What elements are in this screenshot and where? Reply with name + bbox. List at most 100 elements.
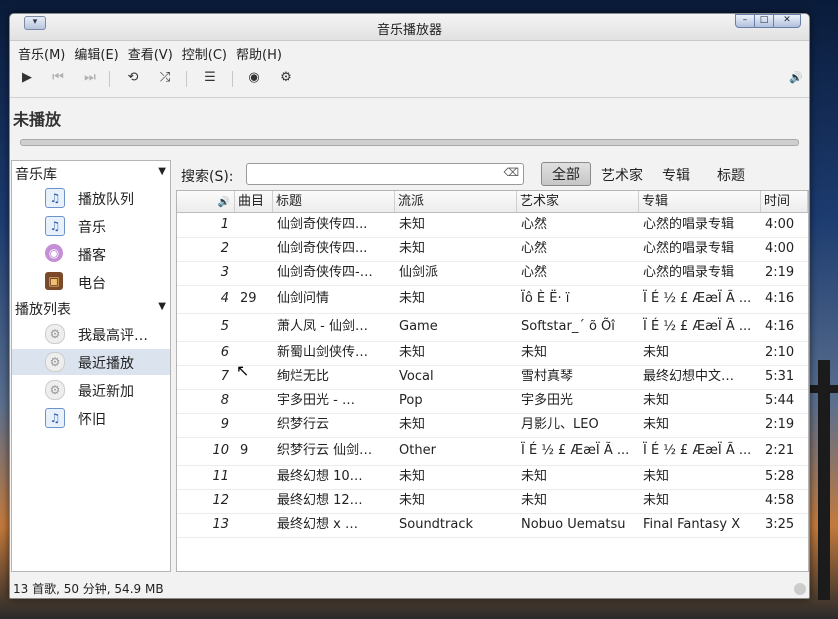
minimize-button[interactable]: – [735, 14, 755, 28]
menu-control[interactable]: 控制(C) [181, 41, 235, 63]
sidebar-item-recently-played[interactable]: ⚙ 最近播放 [12, 349, 170, 375]
filter-title-button[interactable]: 标题 [717, 165, 745, 185]
sidebar-item-label: 电台 [78, 276, 106, 292]
now-playing-area: 未播放 [10, 97, 809, 150]
next-icon[interactable]: ⏭ [80, 68, 100, 88]
filter-album-button[interactable]: 专辑 [662, 165, 690, 185]
close-button[interactable]: ✕ [773, 14, 801, 28]
chevron-down-icon[interactable]: ▼ [158, 301, 166, 312]
table-row[interactable]: 13 最终幻想 x … Soundtrack Nobuo Uematsu Final F… [177, 513, 808, 538]
sidebar-item-label: 音乐 [78, 220, 106, 236]
table-row[interactable]: 9 织梦行云 未知 月影儿、LEO 未知 2:19 [177, 413, 808, 438]
table-row[interactable]: 1 仙剑奇侠传四... 未知 心然 心然的唱录专辑 4:00 [177, 213, 808, 238]
sidebar-item-recently-added[interactable]: ⚙ 最近新加 [12, 377, 170, 403]
cell-duration: 4:58 [765, 493, 795, 508]
table-row[interactable]: 7 绚烂无比 Vocal 雪村真琴 最终幻想中文… 5:31 [177, 365, 808, 390]
cell-album: 未知 [643, 417, 670, 432]
chevron-down-icon[interactable]: ▼ [158, 166, 166, 177]
cell-duration: 2:21 [765, 443, 795, 458]
sidebar-item-label: 最近新加 [78, 384, 134, 400]
sidebar-item-queue[interactable]: ♫ 播放队列 [12, 185, 170, 211]
menu-view[interactable]: 查看(V) [127, 41, 181, 63]
mouse-cursor-icon: ↖ [236, 361, 250, 380]
playlist-header[interactable]: 播放列表 [15, 299, 71, 319]
table-row[interactable]: 11 最终幻想 10… 未知 未知 未知 5:28 [177, 465, 808, 490]
shuffle-icon[interactable]: ⤮ [155, 68, 175, 88]
cell-title: 仙剑奇侠传四... [277, 217, 368, 232]
cell-artist: 未知 [521, 345, 548, 360]
table-row[interactable]: 5 萧人凤 - 仙剑… Game Softstar_´ õ Õî Ï É ½ £ ÆæÏ… [177, 315, 808, 342]
sidebar-item-podcasts[interactable]: ◉ 播客 [12, 241, 170, 267]
cell-track-number [235, 261, 273, 285]
toolbar-separator [232, 71, 233, 87]
track-list-header: 🔊 曲目 标题 流派 艺术家 专辑 时间 [177, 191, 808, 213]
cell-genre: Other [399, 443, 436, 458]
filter-all-button[interactable]: 全部 [541, 162, 591, 186]
column-album[interactable]: 专辑 [639, 191, 761, 212]
sidebar-item-label: 播放队列 [78, 192, 134, 208]
column-title[interactable]: 标题 [273, 191, 395, 212]
cell-index: 9 [220, 417, 229, 432]
sidebar-item-top-rated[interactable]: ⚙ 我最高评… [12, 321, 170, 347]
playlist-icon[interactable]: ☰ [200, 68, 220, 88]
cell-title: 织梦行云 仙剑… [277, 443, 373, 458]
gear-icon[interactable]: ⚙ [276, 68, 296, 88]
column-duration[interactable]: 时间 [761, 191, 808, 212]
track-list: 🔊 曲目 标题 流派 艺术家 专辑 时间 1 仙剑奇侠传四... 未知 心然 心然的唱录… [176, 190, 809, 572]
cell-genre: Pop [399, 393, 423, 408]
column-track-number[interactable]: 曲目 [235, 191, 273, 212]
library-header[interactable]: 音乐库 [15, 164, 57, 184]
volume-icon[interactable]: 🔊 [786, 68, 806, 88]
sidebar-item-music[interactable]: ♫ 音乐 [12, 213, 170, 239]
column-genre[interactable]: 流派 [395, 191, 517, 212]
cell-track-number: 29 [240, 291, 257, 306]
resize-grip[interactable] [794, 583, 806, 595]
previous-icon[interactable]: ⏮ [48, 68, 68, 88]
clear-icon[interactable]: ⌫ [503, 166, 519, 179]
menu-music[interactable]: 音乐(M) [17, 41, 73, 63]
sidebar-item-radio[interactable]: ▣ 电台 [12, 269, 170, 295]
cell-duration: 5:44 [765, 393, 795, 408]
cell-genre: 仙剑派 [399, 265, 439, 280]
sidebar-item-label: 最近播放 [78, 356, 134, 372]
menu-help[interactable]: 帮助(H) [235, 41, 290, 63]
cell-track-number [235, 315, 273, 339]
cell-title: 萧人凤 - 仙剑… [277, 319, 368, 334]
cell-album: 心然的唱录专辑 [643, 217, 735, 232]
cell-title: 宇多田光 - … [277, 393, 355, 408]
maximize-button[interactable]: □ [754, 14, 774, 28]
now-playing-label: 未播放 [13, 110, 62, 129]
table-row[interactable]: 3 仙剑奇侠传四-… 仙剑派 心然 心然的唱录专辑 2:19 [177, 261, 808, 286]
repeat-icon[interactable]: ⟲ [123, 68, 143, 88]
cell-index: 8 [220, 393, 229, 408]
cell-index: 5 [220, 319, 229, 334]
play-icon[interactable]: ▶ [17, 68, 37, 88]
filter-artist-button[interactable]: 艺术家 [601, 165, 643, 185]
cell-album: 未知 [643, 493, 670, 508]
search-input[interactable]: ⌫ [246, 163, 524, 185]
podcast-icon: ◉ [45, 244, 63, 262]
cell-duration: 2:19 [765, 265, 795, 280]
seek-bar[interactable] [20, 139, 799, 146]
cell-duration: 4:16 [765, 291, 795, 306]
table-row[interactable]: 10 9 织梦行云 仙剑… Other Ï É ½ £ ÆæÏ Ã ... Ï É ½ £… [177, 439, 808, 466]
sidebar-item-nostalgia[interactable]: ♫ 怀旧 [12, 405, 170, 431]
table-row[interactable]: 12 最终幻想 12… 未知 未知 未知 4:58 [177, 489, 808, 514]
table-row[interactable]: 4 29 仙剑问情 未知 Ïô È Ë· ï Ï É ½ £ ÆæÏ Ã ... 4:16 [177, 287, 808, 314]
cell-title: 最终幻想 x … [277, 517, 358, 532]
disc-icon[interactable]: ◉ [244, 68, 264, 88]
table-row[interactable]: 8 宇多田光 - … Pop 宇多田光 未知 5:44 [177, 389, 808, 414]
cell-title: 新蜀山剑侠传… [277, 345, 369, 360]
cell-track-number: 9 [240, 443, 249, 458]
cell-album: Ï É ½ £ ÆæÏ Ã ... [643, 291, 752, 306]
cell-index: 13 [212, 517, 229, 532]
column-playing[interactable]: 🔊 [177, 191, 235, 212]
table-row[interactable]: 2 仙剑奇侠传四... 未知 心然 心然的唱录专辑 4:00 [177, 237, 808, 262]
cell-artist: 月影儿、LEO [521, 417, 599, 432]
menu-edit[interactable]: 编辑(E) [73, 41, 126, 63]
cell-index: 10 [212, 443, 229, 458]
title-bar[interactable]: ▾ 音乐播放器 – □ ✕ [10, 14, 809, 41]
table-row[interactable]: 6 新蜀山剑侠传… 未知 未知 未知 2:10 [177, 341, 808, 366]
column-artist[interactable]: 艺术家 [517, 191, 639, 212]
cell-title: 绚烂无比 [277, 369, 330, 384]
